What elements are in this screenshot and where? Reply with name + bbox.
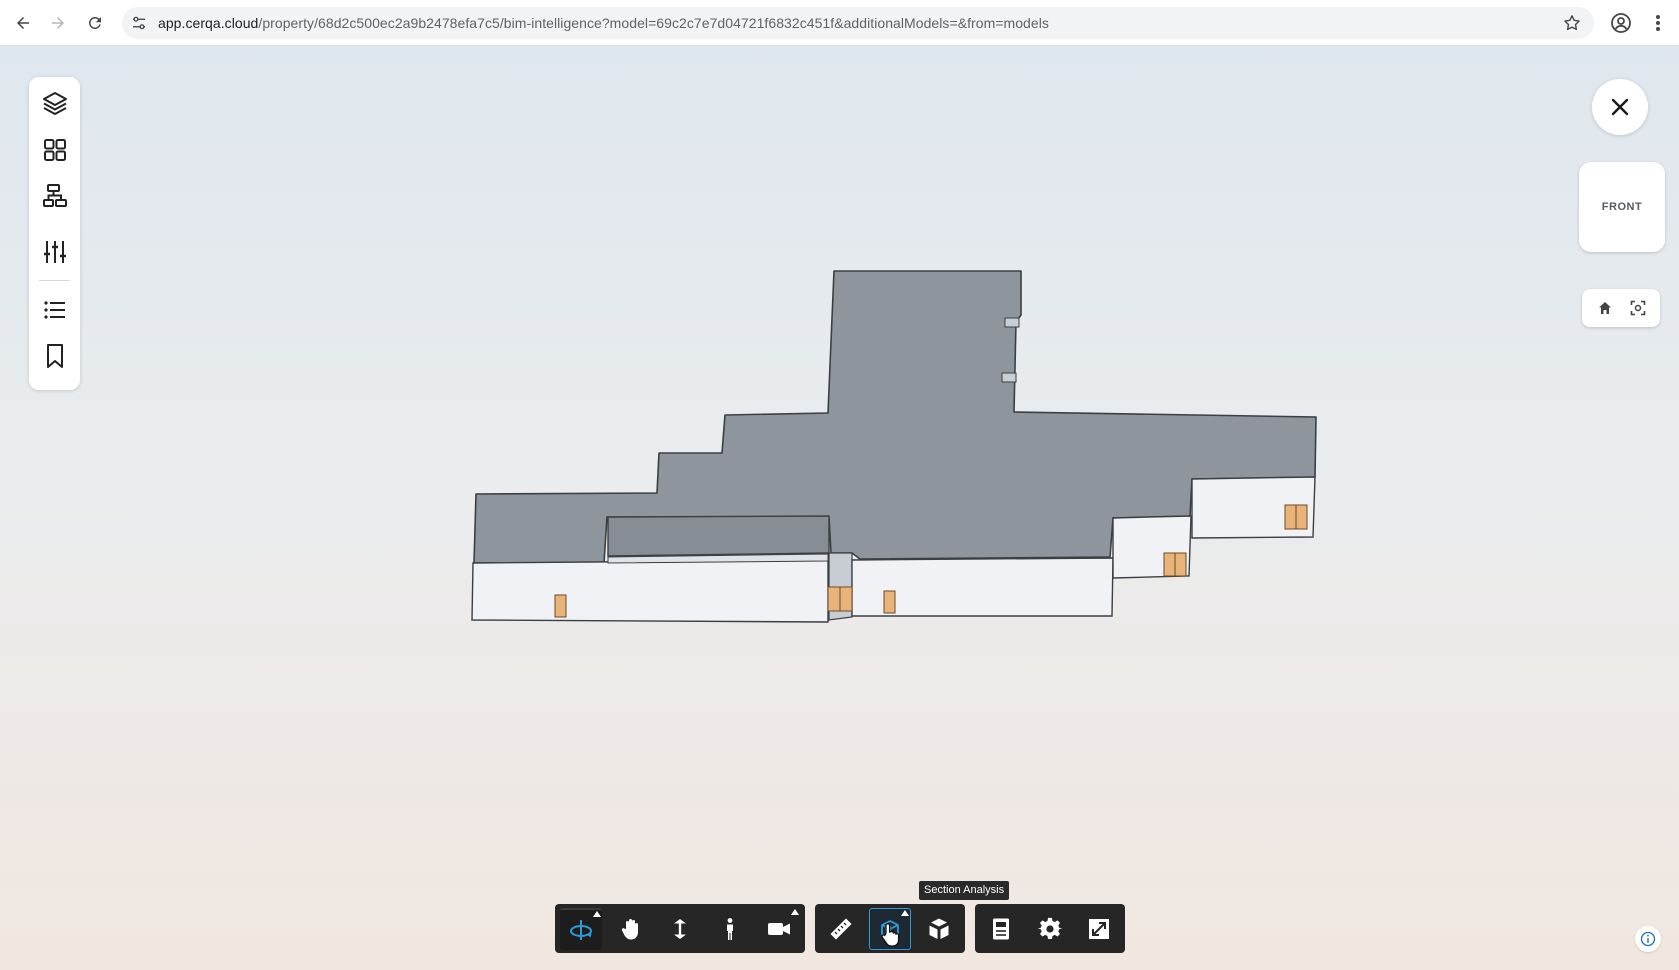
back-arrow-icon [17, 17, 29, 29]
tooltip-section-analysis: Section Analysis [919, 881, 1010, 900]
settings-gear-icon [1037, 917, 1063, 940]
pan-hand-icon [621, 919, 638, 940]
address-bar[interactable]: app.cerqa.cloud/property/68d2c500ec2a9b2… [122, 7, 1594, 39]
layers-icon [43, 92, 67, 115]
fit-view-icon [1630, 300, 1646, 316]
camera-button[interactable] [758, 908, 800, 950]
settings-tools-group [975, 904, 1125, 953]
walk-button[interactable] [709, 908, 751, 950]
forward-button[interactable] [44, 9, 72, 37]
orbit-options-caret[interactable] [593, 911, 601, 917]
pan-button[interactable] [610, 908, 652, 950]
view-cube-front-face[interactable]: FRONT [1579, 162, 1665, 252]
orbit-icon [570, 920, 592, 940]
view-cube[interactable]: FRONT [1579, 162, 1665, 252]
home-view-button[interactable] [1595, 298, 1615, 318]
list-icon [44, 301, 65, 319]
account-icon[interactable] [1609, 11, 1633, 35]
zoom-button[interactable] [659, 908, 701, 950]
view-controls [1582, 289, 1660, 327]
measure-button[interactable] [820, 908, 862, 950]
sliders-icon [44, 241, 66, 263]
bim-viewer-canvas[interactable]: FRONT Section Analysis [0, 46, 1679, 970]
section-options-caret[interactable] [901, 910, 909, 916]
grid-icon [44, 139, 66, 161]
properties-icon [993, 918, 1009, 940]
browser-toolbar: app.cerqa.cloud/property/68d2c500ec2a9b2… [0, 0, 1679, 46]
orbit-button[interactable] [560, 908, 602, 950]
list-button[interactable] [37, 292, 73, 328]
camera-icon [768, 923, 790, 935]
close-viewer-button[interactable] [1592, 79, 1648, 135]
bookmarks-button[interactable] [37, 338, 73, 374]
more-vert-icon[interactable] [1648, 11, 1668, 35]
model-tree-button[interactable] [37, 178, 73, 214]
site-settings-icon[interactable] [130, 14, 148, 32]
explode-model-icon [929, 918, 949, 939]
fit-view-button[interactable] [1628, 298, 1648, 318]
explode-model-button[interactable] [918, 908, 960, 950]
building-model[interactable] [0, 46, 1679, 970]
info-button[interactable] [1635, 926, 1661, 952]
fullscreen-button[interactable] [1078, 908, 1120, 950]
url-host: app.cerqa.cloud [158, 15, 259, 31]
measure-ruler-icon [830, 918, 852, 940]
walk-person-icon [727, 918, 733, 940]
zoom-icon [674, 919, 686, 939]
navigation-tools-group [555, 904, 805, 953]
bookmark-icon [47, 344, 63, 368]
url-path: /property/68d2c500ec2a9b2478efa7c5/bim-i… [258, 15, 1049, 31]
pointer-cursor-icon [881, 923, 900, 947]
url-text[interactable]: app.cerqa.cloud/property/68d2c500ec2a9b2… [158, 15, 1049, 31]
close-icon [1611, 98, 1629, 116]
grid-button[interactable] [37, 132, 73, 168]
hierarchy-icon [43, 184, 67, 207]
left-toolbar [29, 77, 80, 390]
home-icon [1599, 302, 1611, 314]
info-icon [1640, 931, 1656, 947]
toolbar-divider [39, 280, 70, 281]
bookmark-star-icon[interactable] [1562, 13, 1582, 33]
back-button[interactable] [9, 9, 37, 37]
filters-button[interactable] [37, 234, 73, 270]
fullscreen-icon [1089, 919, 1109, 939]
layers-button[interactable] [37, 85, 73, 121]
properties-button[interactable] [980, 908, 1022, 950]
settings-button[interactable] [1029, 908, 1071, 950]
reload-button[interactable] [81, 9, 109, 37]
reload-icon [88, 16, 101, 29]
camera-options-caret[interactable] [791, 909, 799, 915]
forward-arrow-icon [52, 17, 64, 29]
